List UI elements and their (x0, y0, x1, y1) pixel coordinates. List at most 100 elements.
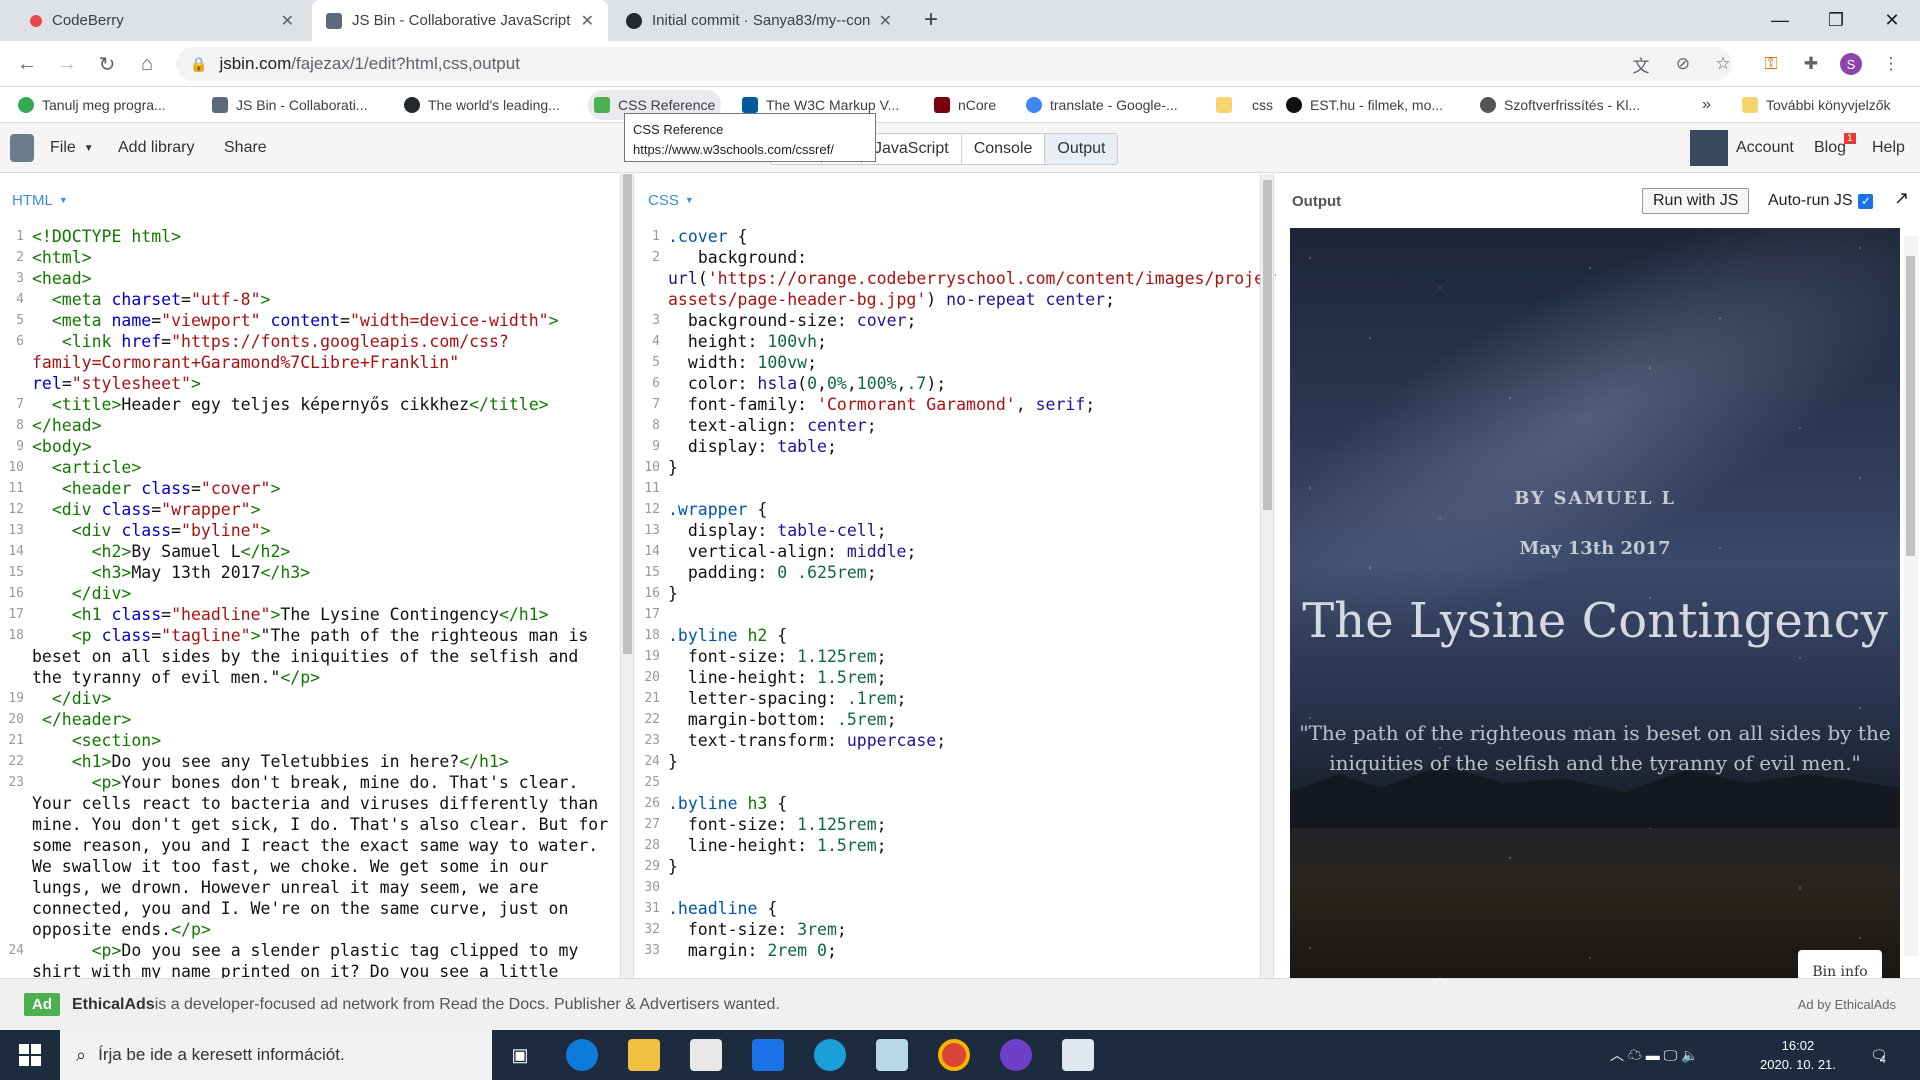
code-line[interactable]: 23 <p>Your bones don't break, mine do. T… (0, 772, 612, 940)
system-tray-icons[interactable]: ︿ ☁ ▬ 🖵 🔈 (1610, 1030, 1699, 1080)
bookmark-item[interactable]: nCore (934, 87, 996, 123)
translate-icon[interactable]: 文 (1630, 53, 1652, 76)
edge-icon[interactable] (566, 1039, 598, 1071)
code-line[interactable]: 24 <p>Do you see a slender plastic tag c… (0, 940, 612, 982)
code-line[interactable]: 15 <h3>May 13th 2017</h3> (0, 562, 612, 583)
popout-arrow-icon[interactable]: ↗ (1894, 188, 1909, 209)
code-line[interactable]: 29} (636, 856, 1252, 877)
close-tab-icon[interactable]: ✕ (879, 11, 892, 31)
extensions-puzzle-icon[interactable]: ✚ (1800, 53, 1822, 75)
omnibox[interactable]: 🔒 jsbin.com/fajezax/1/edit?html,css,outp… (176, 47, 1732, 81)
code-line[interactable]: 4 <meta charset="utf-8"> (0, 289, 612, 310)
code-line[interactable]: 12 <div class="wrapper"> (0, 499, 612, 520)
code-line[interactable]: 6 color: hsla(0,0%,100%,.7); (636, 373, 1252, 394)
notepad-icon[interactable] (876, 1039, 908, 1071)
reload-button[interactable]: ↻ (92, 49, 122, 79)
home-icon[interactable]: ⌂ (132, 49, 162, 79)
task-view-icon[interactable]: ▣ (504, 1039, 536, 1071)
code-line[interactable]: 5 <meta name="viewport" content="width=d… (0, 310, 612, 331)
code-line[interactable]: 22 margin-bottom: .5rem; (636, 709, 1252, 730)
tab-jsbin[interactable]: JS Bin - Collaborative JavaScript D ✕ (312, 0, 608, 41)
maximize-button[interactable]: ❐ (1808, 0, 1864, 41)
code-line[interactable]: 17 <h1 class="headline">The Lysine Conti… (0, 604, 612, 625)
code-line[interactable]: 9 <body> (0, 436, 612, 457)
minimize-button[interactable]: — (1752, 0, 1808, 41)
bookmark-item[interactable]: translate - Google-... (1026, 87, 1178, 123)
edge-beta-icon[interactable] (814, 1039, 846, 1071)
bookmark-item[interactable]: Tanulj meg progra... (18, 87, 166, 123)
code-line[interactable]: 7 font-family: 'Cormorant Garamond', ser… (636, 394, 1252, 415)
code-line[interactable]: 1 .cover { (636, 226, 1252, 247)
tab-github[interactable]: Initial commit · Sanya83/my--con ✕ (612, 0, 906, 41)
code-line[interactable]: 13 <div class="byline"> (0, 520, 612, 541)
code-line[interactable]: 33 margin: 2rem 0; (636, 940, 1252, 961)
code-line[interactable]: 25 (636, 772, 1252, 793)
code-line[interactable]: 11 (636, 478, 1252, 499)
code-line[interactable]: 10 <article> (0, 457, 612, 478)
github-desktop-icon[interactable] (1000, 1039, 1032, 1071)
code-line[interactable]: 2 background: url('https://orange.codebe… (636, 247, 1294, 310)
tab-codeberry[interactable]: CodeBerry ✕ (8, 0, 308, 41)
ad-text[interactable]: is a developer-focused ad network from R… (155, 996, 780, 1014)
scrollbar-thumb[interactable] (623, 174, 632, 654)
scrollbar-thumb[interactable] (1906, 256, 1915, 556)
ad-brand[interactable]: EthicalAds (72, 996, 155, 1014)
code-line[interactable]: 3 <head> (0, 268, 612, 289)
code-line[interactable]: 12 .wrapper { (636, 499, 1252, 520)
bookmark-item[interactable]: The world's leading... (404, 87, 560, 123)
output-scrollbar[interactable] (1904, 236, 1918, 956)
taskbar-clock[interactable]: 16:02 2020. 10. 21. (1760, 1036, 1836, 1074)
share-button[interactable]: Share (224, 123, 267, 173)
code-line[interactable]: 10} (636, 457, 1252, 478)
code-line[interactable]: 2 <html> (0, 247, 612, 268)
code-line[interactable]: 18 .byline h2 { (636, 625, 1252, 646)
add-library-button[interactable]: Add library (118, 123, 194, 173)
code-line[interactable]: 9 display: table; (636, 436, 1252, 457)
bookmark-item[interactable]: JS Bin - Collaborati... (212, 87, 368, 123)
code-line[interactable]: 19 </div> (0, 688, 612, 709)
code-line[interactable]: 16 </div> (0, 583, 612, 604)
notifications-icon[interactable]: 🗨 4 (1870, 1030, 1888, 1080)
code-line[interactable]: 30 (636, 877, 1252, 898)
code-line[interactable]: 21 <section> (0, 730, 612, 751)
ad-credit[interactable]: Ad by EthicalAds (1798, 997, 1896, 1012)
css-code-editor[interactable]: 1 .cover {2 background: url('https://oran… (636, 226, 1294, 961)
bookmark-star-icon[interactable]: ☆ (1712, 53, 1734, 75)
code-line[interactable]: 19 font-size: 1.125rem; (636, 646, 1252, 667)
code-line[interactable]: 21 letter-spacing: .1rem; (636, 688, 1252, 709)
code-line[interactable]: 24} (636, 751, 1252, 772)
code-line[interactable]: 23 text-transform: uppercase; (636, 730, 1252, 751)
code-line[interactable]: 26 .byline h3 { (636, 793, 1252, 814)
back-button[interactable]: ← (12, 49, 42, 79)
jsbin-logo-icon[interactable] (10, 123, 34, 173)
bookmarks-overflow-button[interactable]: » (1702, 87, 1711, 123)
run-with-js-button[interactable]: Run with JS (1642, 188, 1750, 214)
code-line[interactable]: 3 background-size: cover; (636, 310, 1252, 331)
tracking-icon[interactable]: ⊘ (1672, 53, 1694, 75)
code-line[interactable]: 32 font-size: 3rem; (636, 919, 1252, 940)
code-line[interactable]: 8 </head> (0, 415, 612, 436)
file-menu[interactable]: File ▼ (50, 123, 94, 173)
code-line[interactable]: 20 </header> (0, 709, 612, 730)
html-panel-header[interactable]: HTML ▼ (0, 174, 620, 226)
html-code-editor[interactable]: 1 <!DOCTYPE html> 2 <html> 3 <head> 4 <meta ch… (0, 226, 620, 982)
help-link[interactable]: Help (1872, 123, 1905, 173)
new-tab-button[interactable]: + (924, 6, 938, 34)
bookmark-folder[interactable]: css (1216, 87, 1273, 123)
code-line[interactable]: 6 <link href="https://fonts.googleapis.c… (0, 331, 612, 394)
bin-info-button[interactable]: Bin info (1798, 950, 1882, 978)
code-line[interactable]: 7 <title>Header egy teljes képernyős cik… (0, 394, 612, 415)
chrome-icon[interactable] (938, 1039, 970, 1071)
code-line[interactable]: 17 (636, 604, 1252, 625)
code-line[interactable]: 14 vertical-align: middle; (636, 541, 1252, 562)
code-line[interactable]: 14 <h2>By Samuel L</h2> (0, 541, 612, 562)
code-line[interactable]: 13 display: table-cell; (636, 520, 1252, 541)
file-explorer-icon[interactable] (628, 1039, 660, 1071)
bookmark-item[interactable]: Szoftverfrissítés - Kl... (1480, 87, 1640, 123)
scrollbar-thumb[interactable] (1263, 180, 1272, 510)
code-line[interactable]: 27 font-size: 1.125rem; (636, 814, 1252, 835)
code-line[interactable]: 4 height: 100vh; (636, 331, 1252, 352)
extension-key-icon[interactable]: ⚿ (1760, 53, 1782, 75)
code-line[interactable]: 11 <header class="cover"> (0, 478, 612, 499)
code-line[interactable]: 16} (636, 583, 1252, 604)
